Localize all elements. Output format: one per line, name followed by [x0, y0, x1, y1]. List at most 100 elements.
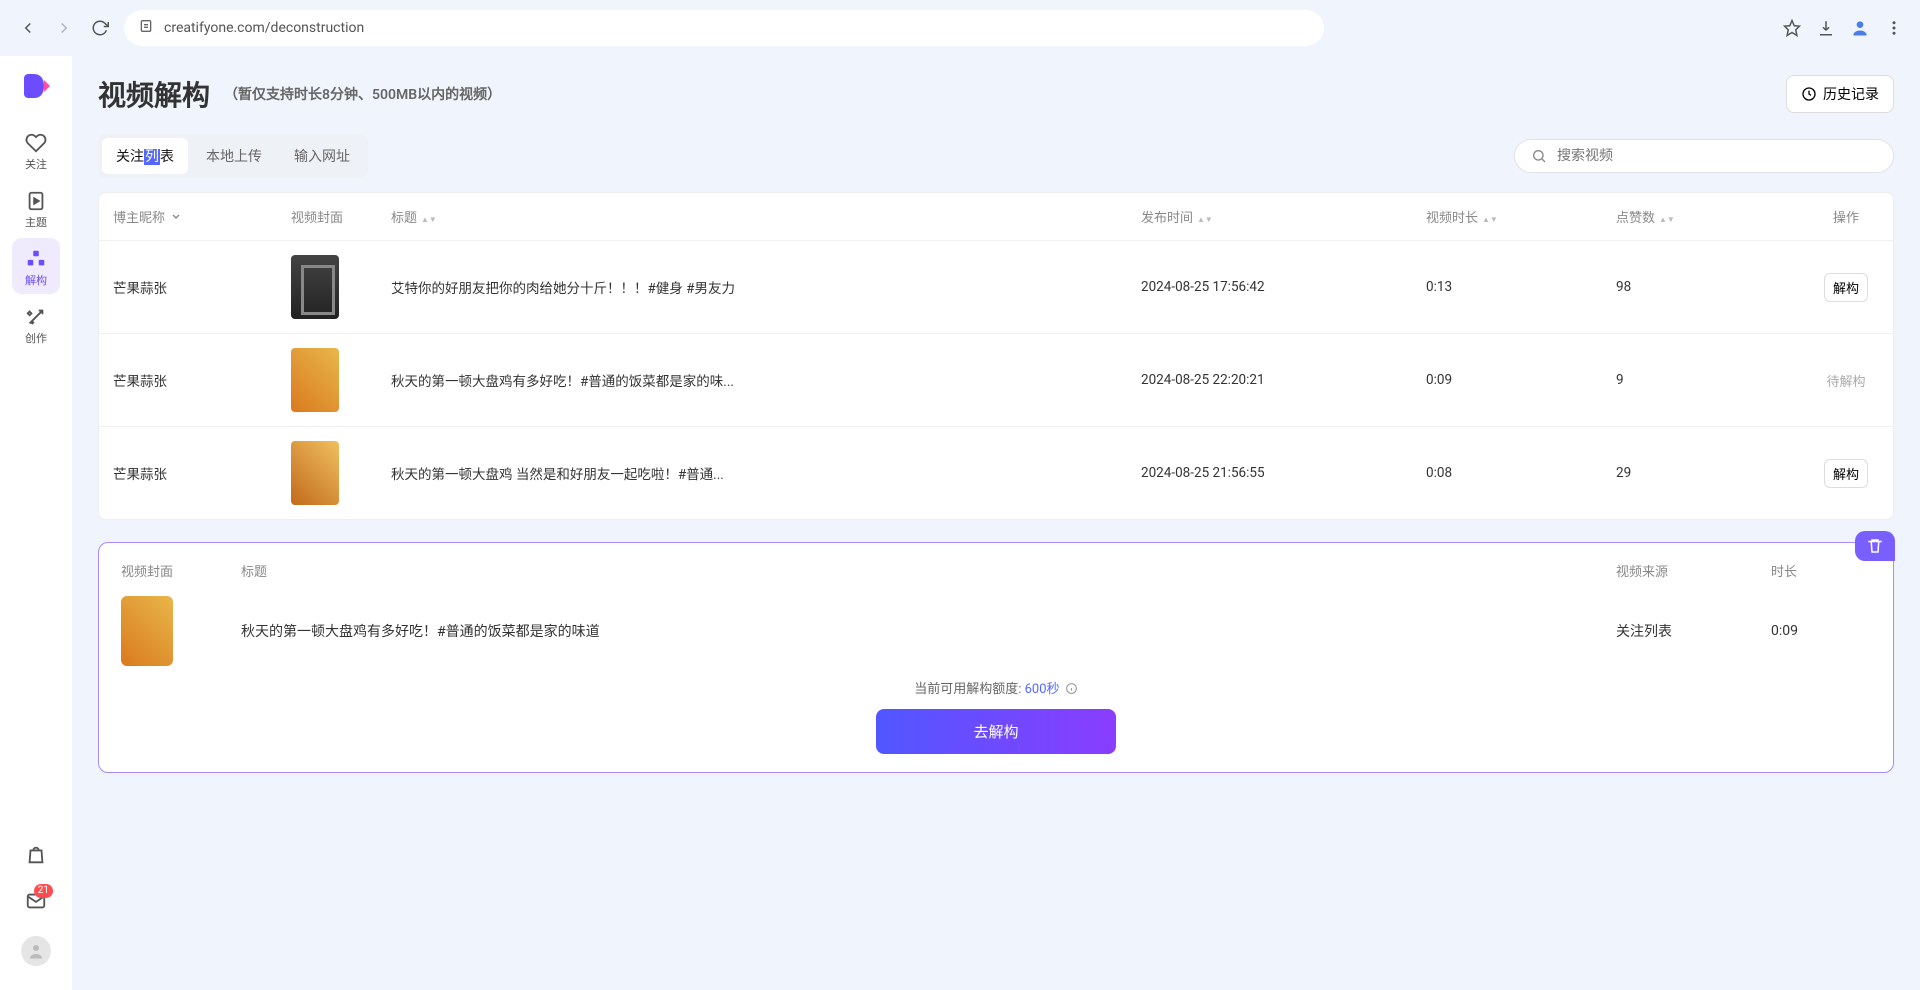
cell-publish: 2024-08-25 22:20:21 [1141, 372, 1426, 388]
address-bar[interactable]: creatifyone.com/deconstruction [124, 10, 1324, 46]
chevron-down-icon [171, 212, 181, 222]
sidebar-item-topic[interactable]: 主题 [12, 180, 60, 236]
cell-duration: 0:13 [1426, 279, 1616, 295]
sort-icon: ▲▼ [1659, 217, 1675, 222]
selected-video-panel: 视频封面 标题 视频来源 时长 秋天的第一顿大盘鸡有多好吃！#普通的饭菜都是家的… [98, 542, 1894, 773]
clock-icon [1801, 86, 1817, 102]
app-sidebar: 关注 主题 解构 创作 21 [0, 56, 72, 990]
history-label: 历史记录 [1823, 84, 1879, 104]
sort-icon: ▲▼ [1482, 217, 1498, 222]
selected-title: 秋天的第一顿大盘鸡有多好吃！#普通的饭菜都是家的味道 [241, 621, 1616, 641]
cell-author: 芒果蒜张 [111, 277, 291, 297]
video-thumbnail [291, 441, 339, 505]
source-tabs: 关注列表 本地上传 输入网址 [98, 134, 368, 178]
col-title[interactable]: 标题 [391, 211, 417, 226]
clear-selection-button[interactable] [1855, 531, 1895, 561]
col-action: 操作 [1811, 207, 1881, 226]
table-row[interactable]: 芒果蒜张 秋天的第一顿大盘鸡 当然是和好朋友一起吃啦！#普通... 2024-0… [99, 427, 1893, 519]
sidebar-label: 解构 [25, 272, 47, 288]
sidebar-item-follow[interactable]: 关注 [12, 122, 60, 178]
person-icon [27, 942, 45, 960]
cell-title: 艾特你的好朋友把你的肉给她分十斤！！！#健身 #男友力 [391, 277, 1141, 297]
search-box[interactable] [1514, 139, 1894, 173]
sidebar-label: 创作 [25, 330, 47, 346]
page-title: 视频解构 [98, 74, 210, 114]
video-thumbnail [121, 596, 173, 666]
trash-icon [1866, 537, 1884, 555]
magic-icon [25, 306, 47, 328]
cell-author: 芒果蒜张 [111, 370, 291, 390]
download-icon[interactable] [1816, 18, 1836, 38]
user-avatar[interactable] [21, 936, 51, 966]
site-info-icon[interactable] [138, 18, 154, 38]
message-badge: 21 [34, 884, 53, 898]
tab-follow-list[interactable]: 关注列表 [102, 138, 188, 174]
sidebar-item-create[interactable]: 创作 [12, 296, 60, 352]
sidebar-shop[interactable] [25, 844, 47, 870]
main-content: 视频解构 （暂仅支持时长8分钟、500MB以内的视频） 历史记录 关注列表 本地… [72, 56, 1920, 990]
cell-author: 芒果蒜张 [111, 463, 291, 483]
cell-title: 秋天的第一顿大盘鸡有多好吃！#普通的饭菜都是家的味... [391, 370, 1141, 390]
cell-likes: 29 [1616, 465, 1811, 481]
profile-icon[interactable] [1850, 18, 1870, 38]
scol-title: 标题 [241, 561, 1616, 580]
table-header: 博主昵称 视频封面 标题 ▲▼ 发布时间 ▲▼ 视频时长 ▲▼ 点赞数 ▲▼ 操作 [99, 193, 1893, 241]
back-button[interactable] [16, 16, 40, 40]
video-thumbnail [291, 255, 339, 319]
sidebar-label: 主题 [25, 214, 47, 230]
scol-duration: 时长 [1771, 561, 1871, 580]
col-author[interactable]: 博主昵称 [113, 207, 165, 226]
col-duration[interactable]: 视频时长 [1426, 211, 1478, 226]
search-icon [1531, 148, 1547, 164]
info-icon[interactable] [1065, 682, 1078, 695]
col-likes[interactable]: 点赞数 [1616, 211, 1655, 226]
sidebar-label: 关注 [25, 156, 47, 172]
page-header: 视频解构 （暂仅支持时长8分钟、500MB以内的视频） 历史记录 [98, 74, 1894, 114]
cell-publish: 2024-08-25 21:56:55 [1141, 465, 1426, 481]
pending-label: 待解构 [1826, 375, 1865, 390]
content-toolbar: 关注列表 本地上传 输入网址 [98, 134, 1894, 178]
tab-local-upload[interactable]: 本地上传 [192, 138, 276, 174]
heart-icon [25, 132, 47, 154]
browser-toolbar: creatifyone.com/deconstruction [0, 0, 1920, 56]
deconstruct-button[interactable]: 解构 [1824, 273, 1868, 302]
cell-title: 秋天的第一顿大盘鸡 当然是和好朋友一起吃啦！#普通... [391, 463, 1141, 483]
selected-header: 视频封面 标题 视频来源 时长 [121, 561, 1871, 580]
quota-text: 当前可用解构额度: 600秒 [121, 678, 1871, 697]
star-icon[interactable] [1782, 18, 1802, 38]
bag-icon [25, 844, 47, 866]
cell-likes: 98 [1616, 279, 1811, 295]
url-text: creatifyone.com/deconstruction [164, 20, 364, 36]
reload-button[interactable] [88, 16, 112, 40]
col-publish[interactable]: 发布时间 [1141, 211, 1193, 226]
col-cover: 视频封面 [291, 207, 391, 226]
history-button[interactable]: 历史记录 [1786, 75, 1894, 113]
sidebar-item-deconstruct[interactable]: 解构 [12, 238, 60, 294]
app-logo [20, 70, 52, 102]
cell-likes: 9 [1616, 372, 1811, 388]
forward-button[interactable] [52, 16, 76, 40]
selected-row: 秋天的第一顿大盘鸡有多好吃！#普通的饭菜都是家的味道 关注列表 0:09 [121, 596, 1871, 666]
menu-icon[interactable] [1884, 18, 1904, 38]
video-table: 博主昵称 视频封面 标题 ▲▼ 发布时间 ▲▼ 视频时长 ▲▼ 点赞数 ▲▼ 操作 芒果… [98, 192, 1894, 520]
go-deconstruct-button[interactable]: 去解构 [876, 709, 1116, 754]
cell-publish: 2024-08-25 17:56:42 [1141, 279, 1426, 295]
selected-source: 关注列表 [1616, 621, 1771, 641]
cell-duration: 0:08 [1426, 465, 1616, 481]
tab-input-url[interactable]: 输入网址 [280, 138, 364, 174]
play-file-icon [25, 190, 47, 212]
table-row[interactable]: 芒果蒜张 艾特你的好朋友把你的肉给她分十斤！！！#健身 #男友力 2024-08… [99, 241, 1893, 334]
cell-duration: 0:09 [1426, 372, 1616, 388]
scol-cover: 视频封面 [121, 561, 241, 580]
table-row[interactable]: 芒果蒜张 秋天的第一顿大盘鸡有多好吃！#普通的饭菜都是家的味... 2024-0… [99, 334, 1893, 427]
search-input[interactable] [1557, 148, 1877, 164]
video-thumbnail [291, 348, 339, 412]
sidebar-messages[interactable]: 21 [25, 890, 47, 916]
deconstruct-button[interactable]: 解构 [1824, 459, 1868, 488]
sort-icon: ▲▼ [1197, 217, 1213, 222]
scol-source: 视频来源 [1616, 561, 1771, 580]
blocks-icon [25, 248, 47, 270]
sort-icon: ▲▼ [421, 217, 437, 222]
page-subtitle: （暂仅支持时长8分钟、500MB以内的视频） [224, 84, 501, 104]
selected-duration: 0:09 [1771, 623, 1871, 639]
